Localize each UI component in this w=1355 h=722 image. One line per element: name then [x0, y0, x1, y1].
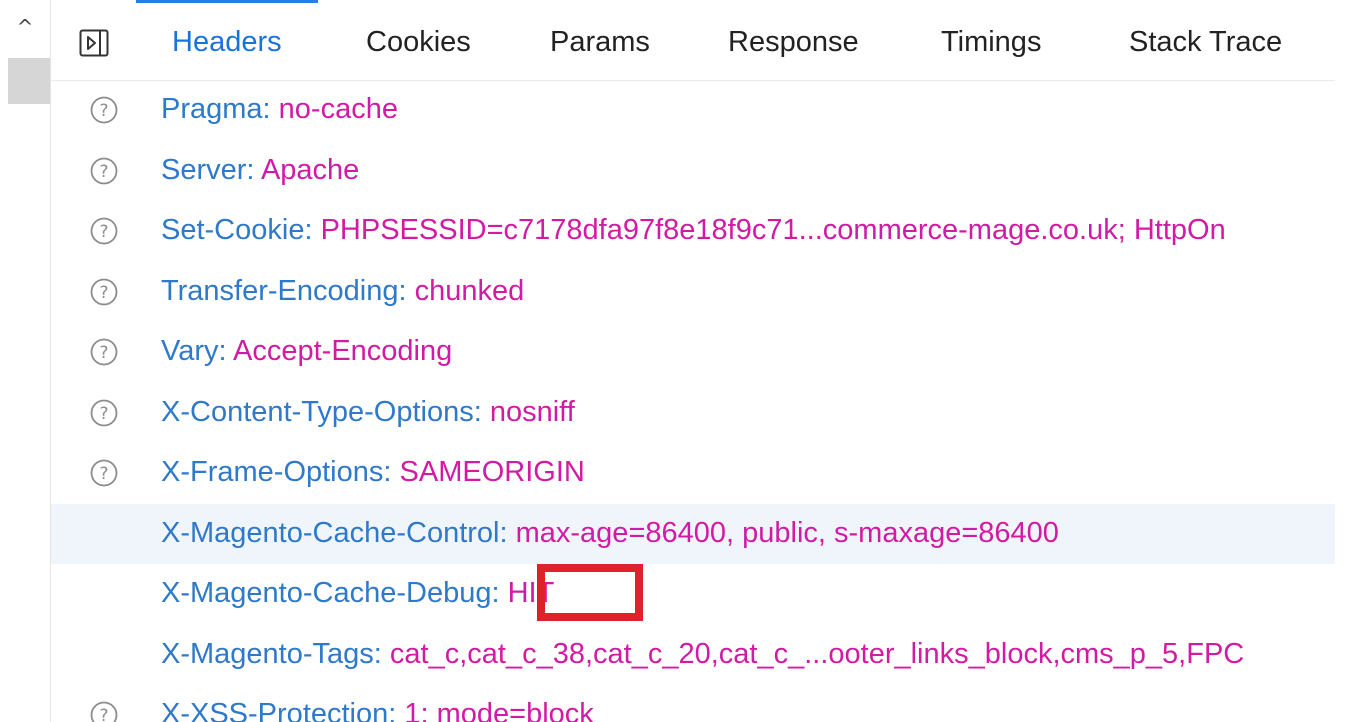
- network-details-panel: ^ Headers Cookies Params Response Timing…: [0, 0, 1355, 722]
- header-name: Pragma:: [161, 93, 271, 125]
- header-name: X-XSS-Protection:: [161, 698, 397, 722]
- help-icon[interactable]: ?: [89, 95, 119, 125]
- tab-response[interactable]: Response: [728, 0, 859, 80]
- header-row[interactable]: ? Pragma: no-cache: [51, 80, 1335, 141]
- header-name: X-Frame-Options:: [161, 456, 392, 488]
- header-name: X-Content-Type-Options:: [161, 395, 482, 428]
- annotation-highlight-box: [537, 564, 643, 621]
- header-row[interactable]: X-Magento-Tags: cat_c,cat_c_38,cat_c_20,…: [51, 625, 1335, 686]
- header-name: Vary:: [161, 335, 227, 367]
- panel-right-edge: [1335, 0, 1355, 722]
- svg-text:?: ?: [99, 404, 108, 424]
- header-row[interactable]: ? Transfer-Encoding: chunked: [51, 262, 1335, 323]
- header-row[interactable]: ? Set-Cookie: PHPSESSID=c7178dfa97f8e18f…: [51, 201, 1335, 262]
- tab-headers[interactable]: Headers: [136, 0, 318, 80]
- tab-params[interactable]: Params: [550, 0, 650, 80]
- header-value: Apache: [260, 153, 360, 186]
- header-row[interactable]: ? X-Content-Type-Options: nosniff: [51, 383, 1335, 444]
- help-icon[interactable]: ?: [89, 216, 119, 246]
- header-name: Set-Cookie:: [161, 214, 313, 246]
- header-value: chunked: [414, 274, 525, 307]
- tab-stack-trace[interactable]: Stack Trace: [1129, 0, 1282, 80]
- help-icon[interactable]: ?: [89, 398, 119, 428]
- header-row[interactable]: X-Magento-Cache-Debug: HIT: [51, 564, 1335, 625]
- help-icon[interactable]: ?: [89, 156, 119, 186]
- header-value: max-age=86400, public, s-maxage=86400: [515, 516, 1059, 549]
- scrollbar-thumb[interactable]: [8, 58, 50, 104]
- help-icon[interactable]: ?: [89, 700, 119, 722]
- response-headers-list: ? Pragma: no-cache ? Server: Apache ? Se…: [51, 80, 1335, 722]
- svg-text:?: ?: [99, 283, 108, 303]
- svg-text:?: ?: [99, 706, 108, 722]
- header-row[interactable]: X-Magento-Cache-Control: max-age=86400, …: [51, 503, 1335, 564]
- svg-text:?: ?: [99, 464, 108, 484]
- header-value: Accept-Encoding: [233, 335, 453, 367]
- header-name: Transfer-Encoding:: [161, 274, 407, 307]
- help-icon[interactable]: ?: [89, 277, 119, 307]
- header-row[interactable]: ? Server: Apache: [51, 141, 1335, 202]
- scroll-gutter[interactable]: ^: [0, 0, 51, 722]
- header-value: 1; mode=block: [404, 698, 594, 722]
- header-value: nosniff: [489, 395, 575, 428]
- tab-timings[interactable]: Timings: [941, 0, 1041, 80]
- svg-text:?: ?: [99, 222, 108, 242]
- tab-bar: Headers Cookies Params Response Timings …: [51, 0, 1335, 81]
- svg-text:?: ?: [99, 101, 108, 121]
- header-row[interactable]: ? Vary: Accept-Encoding: [51, 322, 1335, 383]
- header-value: PHPSESSID=c7178dfa97f8e18f9c71...commerc…: [320, 214, 1226, 246]
- svg-text:?: ?: [99, 343, 108, 363]
- svg-text:?: ?: [99, 162, 108, 182]
- header-name: X-Magento-Cache-Control:: [161, 516, 508, 549]
- header-row[interactable]: ? X-Frame-Options: SAMEORIGIN: [51, 443, 1335, 504]
- header-value: no-cache: [278, 93, 398, 125]
- header-name: X-Magento-Tags:: [161, 637, 382, 670]
- help-icon[interactable]: ?: [89, 458, 119, 488]
- tab-cookies[interactable]: Cookies: [366, 0, 471, 80]
- header-row[interactable]: ? X-XSS-Protection: 1; mode=block: [51, 685, 1335, 722]
- scroll-up-arrow-icon[interactable]: ^: [0, 14, 50, 40]
- header-name: X-Magento-Cache-Debug:: [161, 577, 500, 609]
- header-name: Server:: [161, 153, 255, 186]
- header-value: SAMEORIGIN: [399, 456, 585, 488]
- help-icon[interactable]: ?: [89, 337, 119, 367]
- toggle-sidebar-icon[interactable]: [79, 29, 109, 57]
- header-value: cat_c,cat_c_38,cat_c_20,cat_c_...ooter_l…: [389, 637, 1245, 670]
